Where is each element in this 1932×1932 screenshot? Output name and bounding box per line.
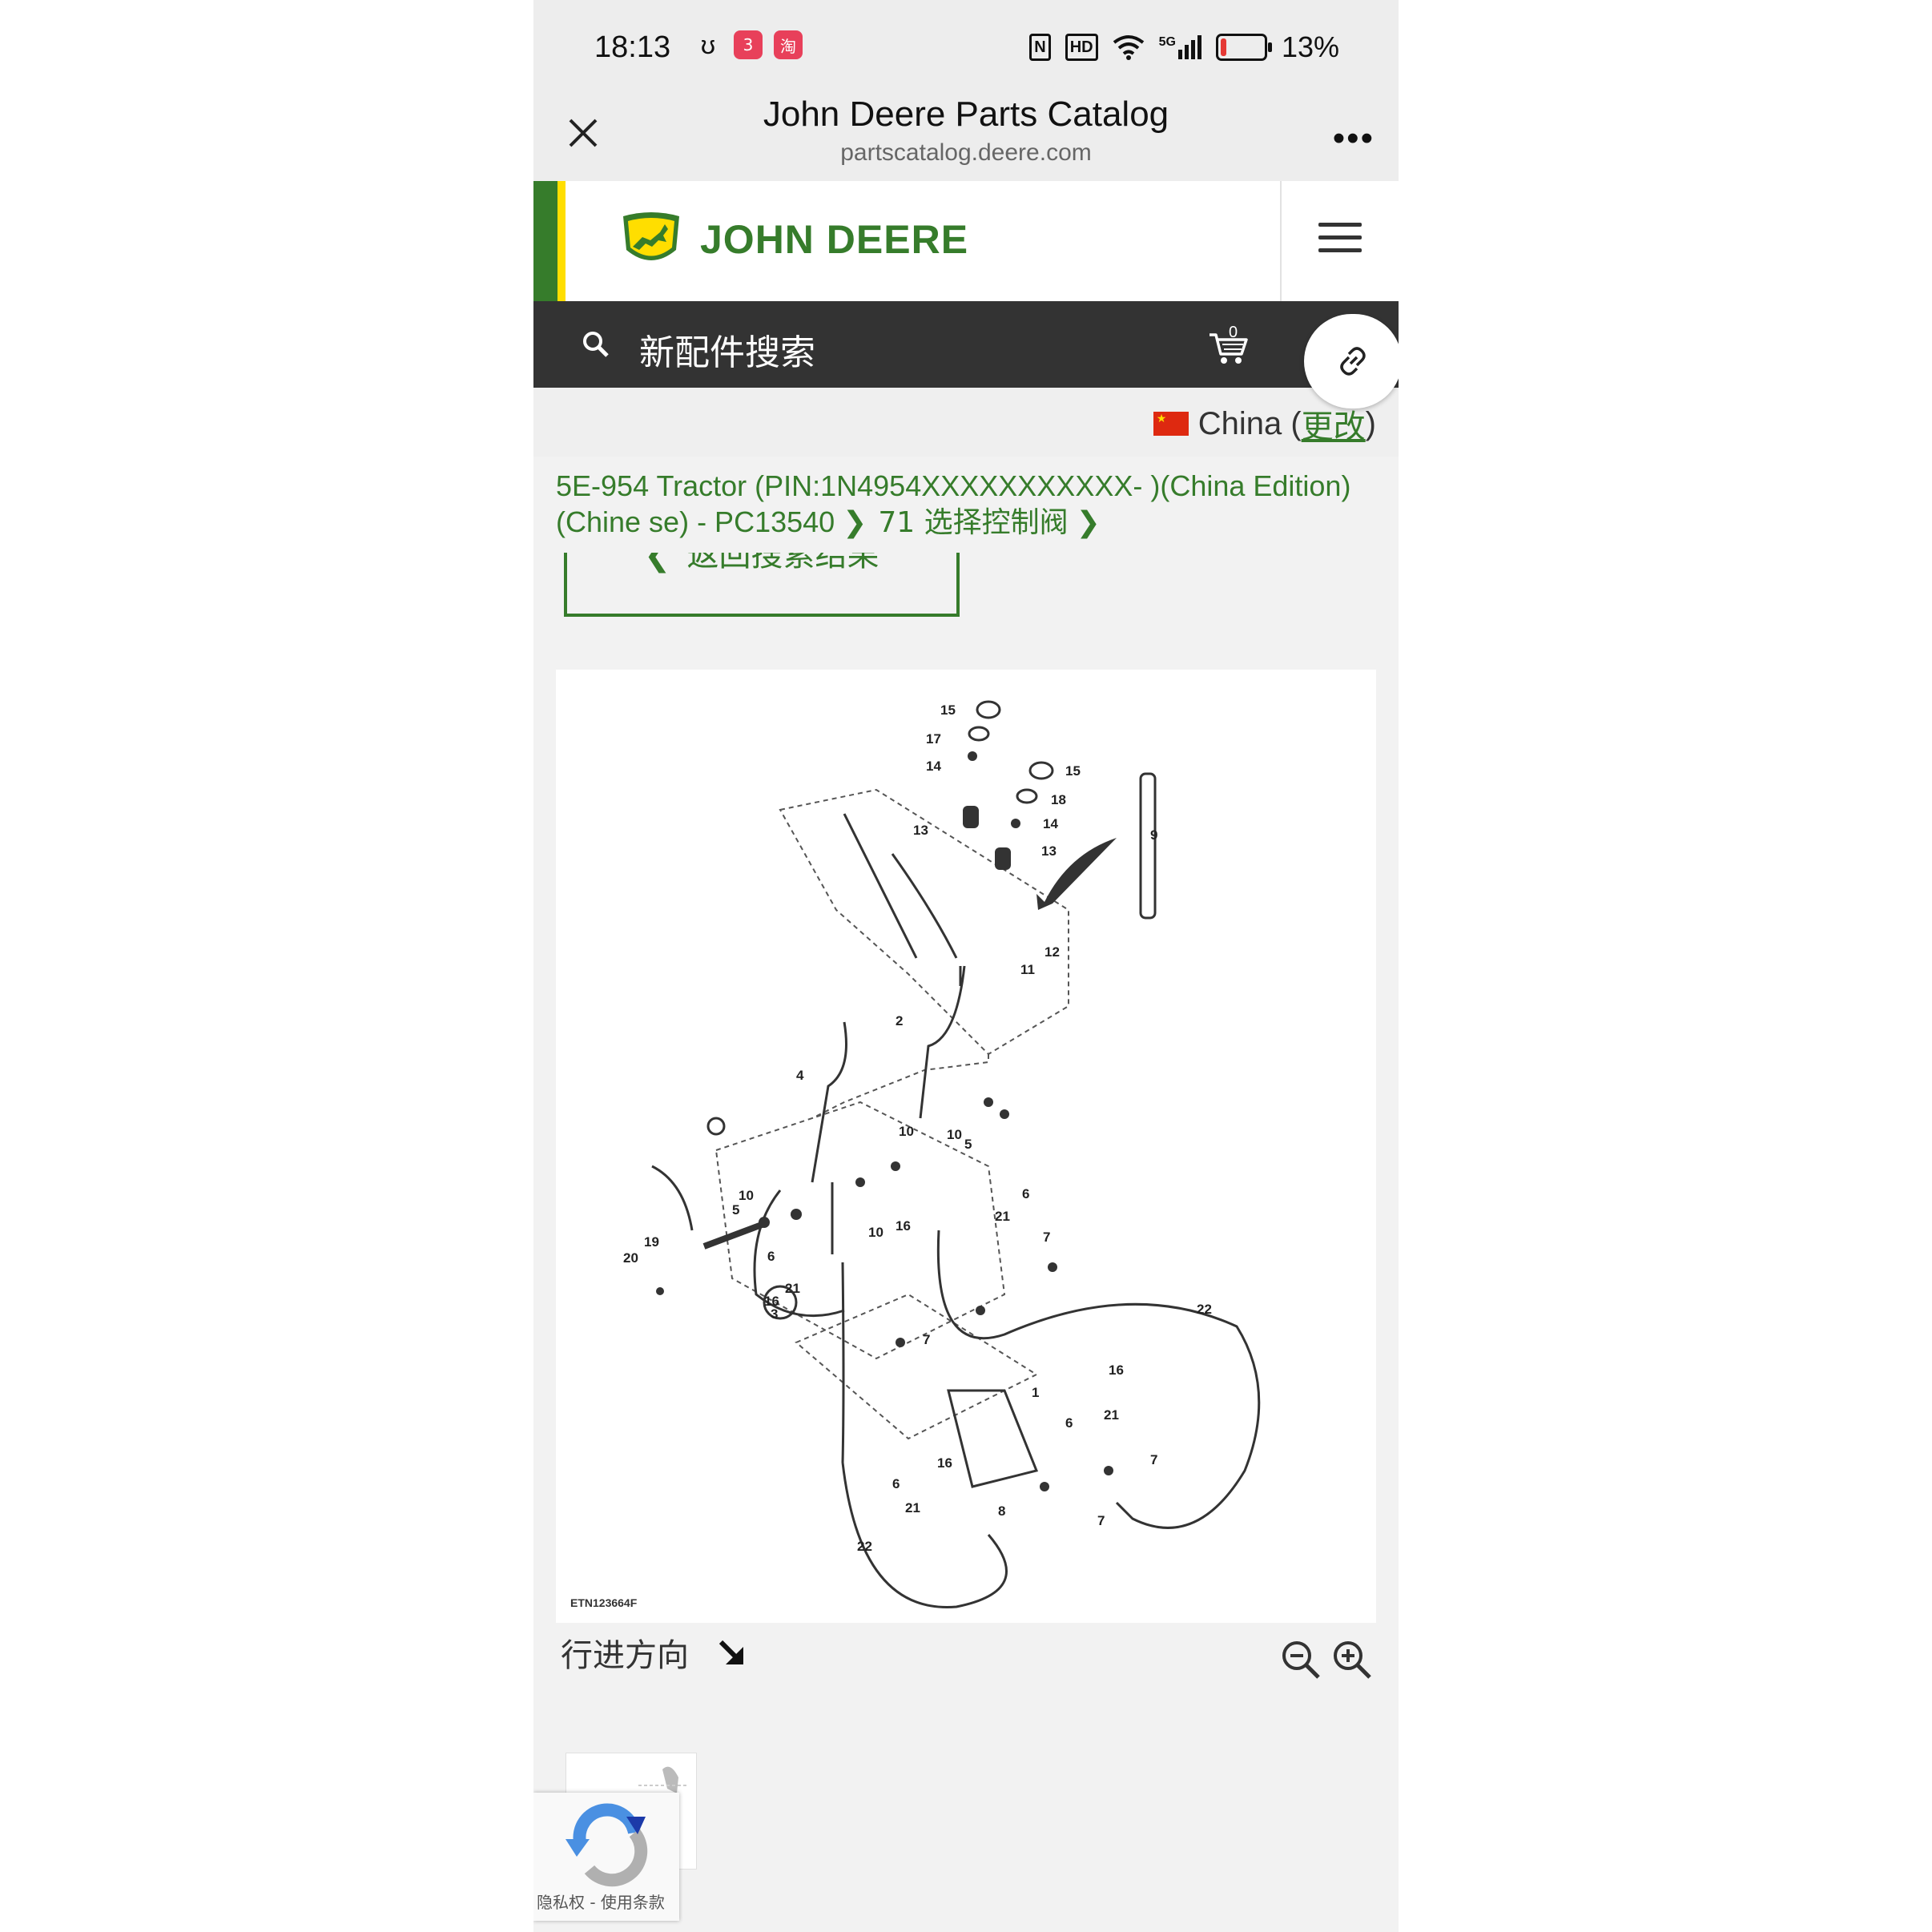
phone-screen: 18:13 ʊ 3 淘 N HD 5G 13% John Deere Parts…: [533, 0, 1399, 1932]
callout-number: 10: [899, 1124, 914, 1139]
callout-number: 12: [1044, 944, 1060, 960]
status-indicators: N HD 5G 13%: [1029, 30, 1339, 64]
page-url: partscatalog.deere.com: [840, 139, 1092, 166]
callout-number: 5: [964, 1137, 972, 1152]
browser-top-bar: John Deere Parts Catalog partscatalog.de…: [533, 95, 1399, 181]
search-input[interactable]: 新配件搜索: [639, 324, 815, 375]
brand-name: JOHN DEERE: [700, 217, 969, 262]
callout-number: 8: [998, 1503, 1005, 1519]
callout-number: 20: [623, 1250, 638, 1266]
callout-number: 19: [644, 1234, 659, 1250]
cart-count: 0: [1229, 324, 1238, 341]
callout-number: 13: [1041, 843, 1057, 859]
callout-number: 10: [868, 1225, 883, 1240]
parts-diagram-drawing: 151714 1518141313 91211245101010 6510 162119…: [570, 700, 1261, 1609]
diagram-code: ETN123664F: [570, 1596, 638, 1609]
callout-number: 7: [923, 1332, 930, 1347]
callout-number: 5: [732, 1202, 739, 1218]
search-icon[interactable]: [580, 328, 612, 360]
share-link-button[interactable]: [1304, 314, 1399, 409]
china-flag-icon: [1153, 412, 1189, 436]
callout-number: 14: [1043, 816, 1058, 831]
callout-number: 6: [892, 1476, 900, 1491]
callout-number: 10: [947, 1127, 962, 1142]
notification-bell-icon: ʊ: [700, 30, 716, 59]
callout-number: 1: [1032, 1385, 1039, 1400]
back-to-results-button[interactable]: ❮ 返回搜索结果: [564, 553, 960, 617]
callout-number: 13: [913, 823, 928, 838]
breadcrumb-section-link[interactable]: 71 选择控制阀: [878, 506, 1068, 539]
taobao-app-icon: 淘: [774, 30, 803, 59]
search-bar: 新配件搜索 0: [533, 301, 1399, 388]
callout-number: 21: [905, 1500, 920, 1515]
callout-number: 7: [1150, 1452, 1157, 1467]
callout-number: 15: [1065, 763, 1081, 779]
callout-number: 22: [857, 1539, 872, 1554]
zoom-in-icon[interactable]: [1331, 1639, 1373, 1680]
chevron-right-icon: ❯: [1076, 505, 1101, 538]
status-time: 18:13: [594, 30, 671, 64]
brand-stripe-green: [533, 181, 557, 301]
callout-number: 10: [739, 1188, 754, 1203]
chevron-right-icon: ❯: [843, 505, 867, 538]
country-close-paren: ): [1365, 405, 1376, 441]
link-icon: [1340, 347, 1366, 376]
nfc-icon: N: [1029, 34, 1051, 61]
callout-number: 17: [926, 731, 941, 747]
status-app-icons: ʊ 3 淘: [694, 30, 803, 59]
recaptcha-logo-icon: [566, 1803, 648, 1887]
brand-stripe-yellow: [557, 181, 566, 301]
chevron-left-icon: ❮: [644, 553, 671, 574]
callout-number: 7: [1097, 1513, 1105, 1528]
back-button-label: 返回搜索结果: [686, 553, 879, 574]
direction-arrow-icon: [718, 1640, 743, 1664]
country-selector: China (更改): [1153, 400, 1376, 447]
callout-number: 15: [940, 702, 956, 718]
parts-diagram[interactable]: 15 17 14 15 18 14 13 13 9 12 11 2 4 5 10 10 10 6 5 10 16 21 19…: [556, 670, 1376, 1623]
callout-number: 9: [1150, 827, 1157, 843]
battery-icon: [1215, 34, 1272, 61]
callout-number: 6: [1022, 1186, 1029, 1201]
callout-number: 6: [1065, 1415, 1073, 1431]
page-title: John Deere Parts Catalog: [763, 95, 1169, 134]
callout-number: 16: [1109, 1362, 1124, 1378]
callout-number: 21: [1104, 1407, 1119, 1423]
app-badge-icon: 3: [734, 30, 763, 59]
callout-number: 7: [1043, 1230, 1050, 1245]
callout-number: 22: [1197, 1302, 1212, 1317]
wifi-icon: [1113, 35, 1144, 60]
menu-icon[interactable]: [1318, 223, 1362, 256]
callout-number: 21: [785, 1281, 800, 1296]
callout-number: 3: [771, 1306, 778, 1322]
change-country-link[interactable]: 更改: [1302, 400, 1366, 447]
header-divider: [1280, 181, 1282, 301]
site-header: JOHN DEERE: [533, 181, 1399, 301]
callout-number: 14: [926, 759, 941, 774]
recaptcha-terms-link[interactable]: 隐私权 - 使用条款: [537, 1890, 665, 1913]
zoom-out-icon[interactable]: [1280, 1639, 1322, 1680]
status-bar: 18:13 ʊ 3 淘 N HD 5G 13%: [533, 0, 1399, 95]
callout-number: 2: [896, 1013, 903, 1028]
recaptcha-badge[interactable]: 隐私权 - 使用条款: [533, 1793, 679, 1921]
john-deere-logo[interactable]: JOHN DEERE: [618, 210, 968, 269]
travel-direction-label: 行进方向: [561, 1637, 689, 1674]
more-options-button[interactable]: •••: [1333, 119, 1375, 159]
callout-number: 11: [1020, 962, 1035, 977]
callout-number: 6: [767, 1249, 775, 1264]
country-name: China (: [1197, 405, 1302, 441]
signal-icon: 5G: [1159, 35, 1201, 59]
breadcrumb: 5E-954 Tractor (PIN:1N4954XXXXXXXXXXX- )…: [556, 468, 1381, 541]
hd-icon: HD: [1065, 34, 1098, 61]
callout-number: 21: [995, 1209, 1010, 1224]
callout-number: 16: [937, 1455, 952, 1471]
battery-percent: 13%: [1281, 30, 1339, 63]
callout-number: 18: [1051, 792, 1066, 807]
deer-logo-icon: [623, 212, 679, 260]
callout-number: 4: [796, 1068, 804, 1083]
callout-number: 16: [896, 1218, 911, 1234]
